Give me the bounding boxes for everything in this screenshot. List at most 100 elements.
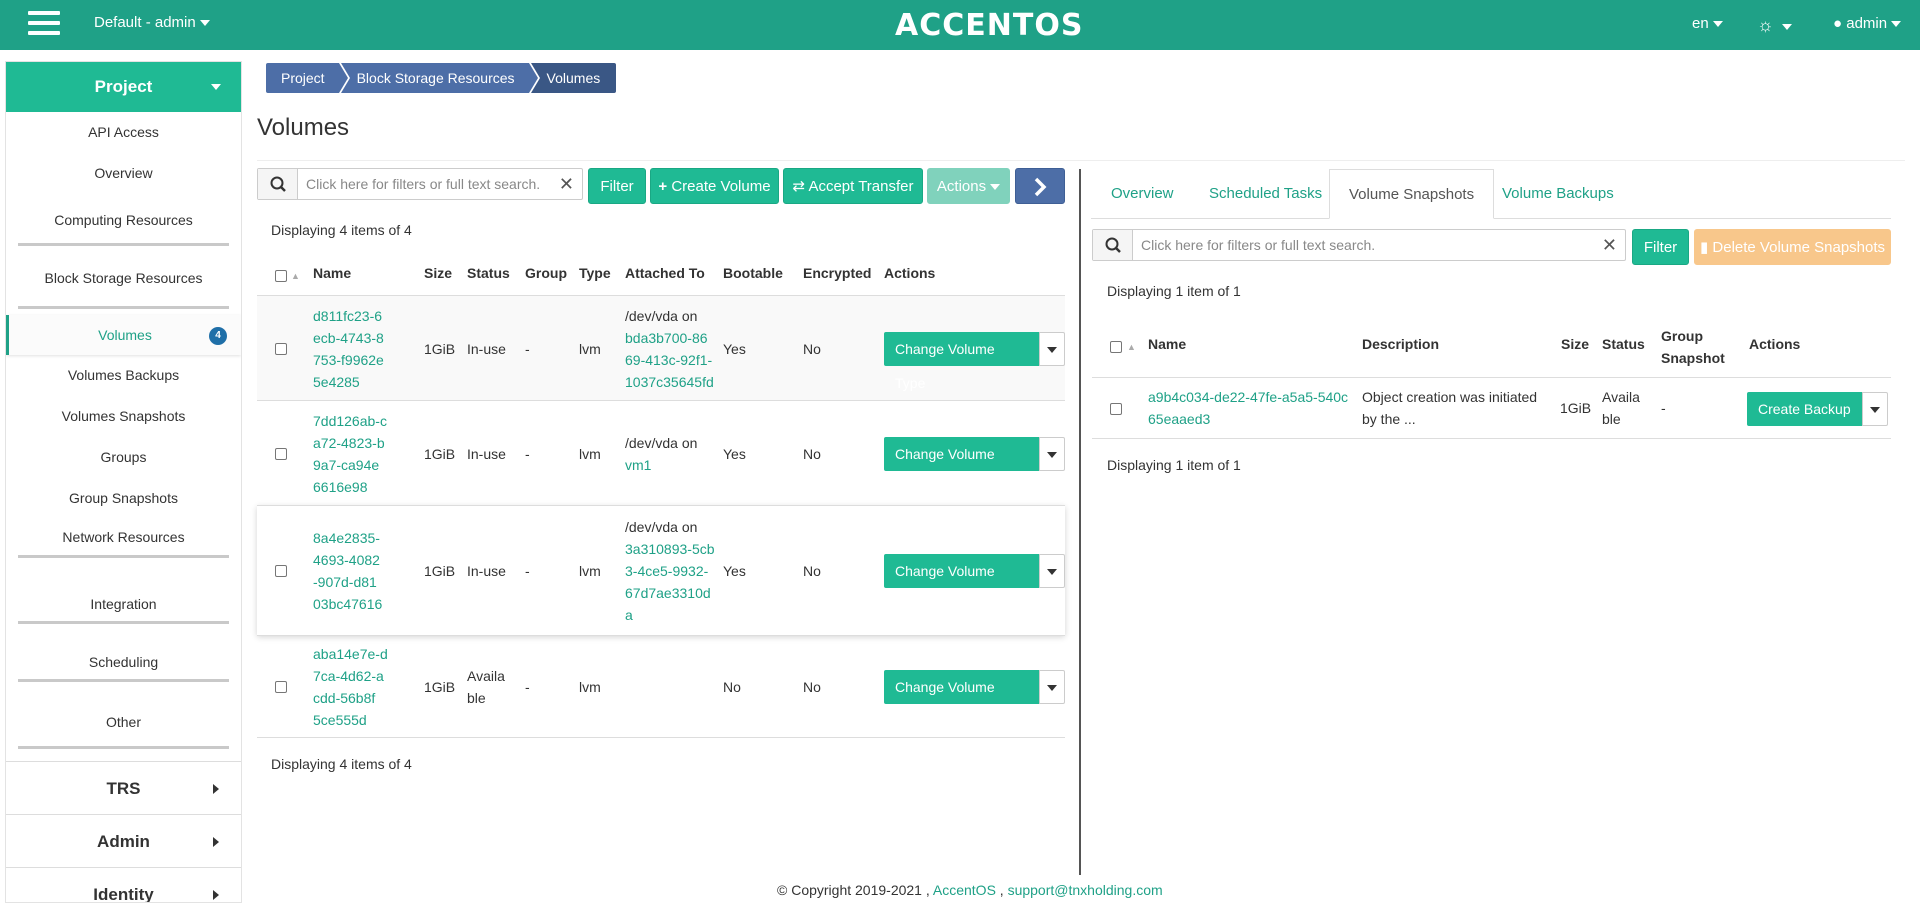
column-header-attached-to[interactable]: Attached To: [625, 265, 705, 281]
accept-transfer-button[interactable]: ⇄ Accept Transfer: [783, 168, 923, 204]
row-actions-toggle[interactable]: [1039, 332, 1065, 366]
sidebar-item-api-access[interactable]: API Access: [6, 112, 241, 153]
column-header-encrypted[interactable]: Encrypted: [803, 265, 871, 281]
create-volume-button[interactable]: + Create Volume: [650, 168, 779, 204]
column-header-group[interactable]: Group: [525, 265, 567, 281]
instance-line: 3-4ce5-9932-: [625, 563, 709, 579]
tab-overview[interactable]: Overview: [1111, 169, 1174, 219]
sort-icon[interactable]: ▲: [291, 271, 300, 281]
volume-name-link[interactable]: d811fc23-6 ecb-4743-8 753-f9962e 5e4285: [313, 305, 384, 393]
row-checkbox[interactable]: [275, 448, 287, 460]
status-line: Availa: [467, 668, 505, 684]
chevron-down-icon: [1047, 452, 1058, 458]
filter-button[interactable]: Filter: [588, 168, 646, 204]
sort-icon[interactable]: ▲: [1127, 342, 1136, 352]
sidebar-group-integration[interactable]: Integration: [6, 582, 241, 642]
select-all-checkbox[interactable]: [1110, 341, 1122, 353]
status-line: In-use: [467, 341, 506, 357]
row-checkbox[interactable]: [275, 565, 287, 577]
change-volume-type-button[interactable]: Change Volume Type: [884, 437, 1040, 496]
sidebar-group-label: Block Storage Resources: [44, 270, 203, 286]
sidebar-group-computing-resources[interactable]: Computing Resources: [6, 194, 241, 252]
column-header-bootable[interactable]: Bootable: [723, 265, 783, 281]
theme-menu[interactable]: ☼: [1757, 15, 1792, 36]
expand-panel-button[interactable]: [1015, 168, 1065, 204]
sidebar-item-volumes[interactable]: Volumes 4: [6, 315, 241, 355]
instance-line: 3a310893-5cb: [625, 541, 715, 557]
change-volume-type-button[interactable]: Change Volume Type: [884, 670, 1040, 729]
volume-attached-to: /dev/vda on vm1: [625, 432, 697, 476]
volume-name-link[interactable]: 7dd126ab-c a72-4823-b 9a7-ca94e 6616e98: [313, 410, 387, 498]
sidebar-item-overview[interactable]: Overview: [6, 153, 241, 194]
row-checkbox[interactable]: [275, 343, 287, 355]
row-actions-toggle[interactable]: [1039, 670, 1065, 704]
volume-encrypted: No: [803, 341, 821, 357]
volume-encrypted: No: [803, 563, 821, 579]
snapshots-search[interactable]: Click here for filters or full text sear…: [1092, 229, 1626, 261]
volume-name-link[interactable]: aba14e7e-d 7ca-4d62-a cdd-56b8f 5ce555d: [313, 643, 388, 731]
sidebar-group-other[interactable]: Other: [6, 702, 241, 761]
sidebar-section-trs[interactable]: TRS: [6, 761, 241, 814]
select-all-checkbox[interactable]: [275, 270, 287, 282]
sidebar-group-scheduling[interactable]: Scheduling: [6, 642, 241, 702]
column-header-size[interactable]: Size: [424, 265, 452, 281]
column-header-status[interactable]: Status: [1602, 336, 1645, 352]
sidebar-item-volumes-backups[interactable]: Volumes Backups: [6, 355, 241, 396]
tab-volume-backups[interactable]: Volume Backups: [1502, 169, 1614, 219]
sidebar-group-block-storage[interactable]: Block Storage Resources: [6, 252, 241, 315]
breadcrumb-label: Volumes: [546, 70, 601, 86]
close-icon[interactable]: ✕: [1602, 235, 1617, 256]
sidebar-item-groups[interactable]: Groups: [6, 437, 241, 478]
row-actions-toggle[interactable]: [1039, 437, 1065, 471]
volumes-search[interactable]: Click here for filters or full text sear…: [257, 168, 583, 200]
sidebar-group-network-resources[interactable]: Network Resources: [6, 519, 241, 582]
close-icon[interactable]: ✕: [559, 174, 574, 195]
actions-dropdown[interactable]: Actions: [927, 168, 1010, 204]
breadcrumb-project[interactable]: Project: [266, 63, 350, 93]
create-backup-button[interactable]: Create Backup: [1747, 392, 1862, 426]
search-input[interactable]: Click here for filters or full text sear…: [306, 169, 540, 199]
column-header-size[interactable]: Size: [1561, 336, 1589, 352]
search-input[interactable]: Click here for filters or full text sear…: [1141, 230, 1375, 260]
column-header-group-snapshot[interactable]: Group Snapshot: [1661, 325, 1731, 369]
instance-link[interactable]: bda3b700-86 69-413c-92f1- 1037c35645fd: [625, 327, 714, 393]
change-volume-type-button[interactable]: Change Volume Type: [884, 332, 1040, 391]
row-checkbox[interactable]: [1110, 403, 1122, 415]
sidebar-section-admin[interactable]: Admin: [6, 814, 241, 867]
instance-line: 69-413c-92f1-: [625, 352, 713, 368]
sidebar-item-group-snapshots[interactable]: Group Snapshots: [6, 478, 241, 519]
row-actions-toggle[interactable]: [1861, 392, 1888, 426]
column-header-name[interactable]: Name: [1148, 336, 1186, 352]
column-header-type[interactable]: Type: [579, 265, 611, 281]
sidebar-group-label: Scheduling: [88, 654, 159, 670]
name-line: 65eaaed3: [1148, 411, 1211, 427]
brand-link[interactable]: AccentOS: [933, 882, 996, 898]
language-menu[interactable]: en: [1692, 15, 1723, 32]
column-header-description[interactable]: Description: [1362, 336, 1439, 352]
user-menu[interactable]: ● admin: [1833, 15, 1902, 32]
delete-volume-snapshots-button[interactable]: ▮ Delete Volume Snapshots: [1694, 229, 1891, 265]
volume-name-link[interactable]: 8a4e2835- 4693-4082 -907d-d81 03bc47616: [313, 527, 382, 615]
sidebar-item-volumes-snapshots[interactable]: Volumes Snapshots: [6, 396, 241, 437]
instance-link[interactable]: 3a310893-5cb 3-4ce5-9932- 67d7ae3310d a: [625, 538, 715, 626]
tab-volume-snapshots[interactable]: Volume Snapshots: [1329, 169, 1495, 219]
column-header-status[interactable]: Status: [467, 265, 510, 281]
sidebar-project-header[interactable]: Project: [6, 62, 241, 112]
column-header-name[interactable]: Name: [313, 265, 351, 281]
menu-icon[interactable]: [28, 11, 60, 39]
breadcrumb-block-storage[interactable]: Block Storage Resources: [340, 63, 540, 93]
table-row: 8a4e2835- 4693-4082 -907d-d81 03bc47616 1GiB…: [257, 505, 1065, 635]
tab-scheduled-tasks[interactable]: Scheduled Tasks: [1209, 169, 1322, 219]
snapshots-filter-button[interactable]: Filter: [1632, 229, 1689, 265]
support-email-link[interactable]: support@tnxholding.com: [1008, 882, 1163, 898]
project-switcher[interactable]: Default - admin: [94, 14, 210, 31]
instance-link[interactable]: vm1: [625, 454, 697, 476]
name-line: 5e4285: [313, 374, 360, 390]
change-volume-type-button[interactable]: Change Volume Type: [884, 554, 1040, 613]
row-actions-toggle[interactable]: [1039, 554, 1065, 588]
panel-divider[interactable]: [1079, 169, 1081, 875]
sidebar-section-identity[interactable]: Identity: [6, 867, 241, 902]
button-label: Actions: [936, 178, 987, 195]
snapshot-name-link[interactable]: a9b4c034-de22-47fe-a5a5-540c 65eaaed3: [1148, 386, 1348, 430]
row-checkbox[interactable]: [275, 681, 287, 693]
